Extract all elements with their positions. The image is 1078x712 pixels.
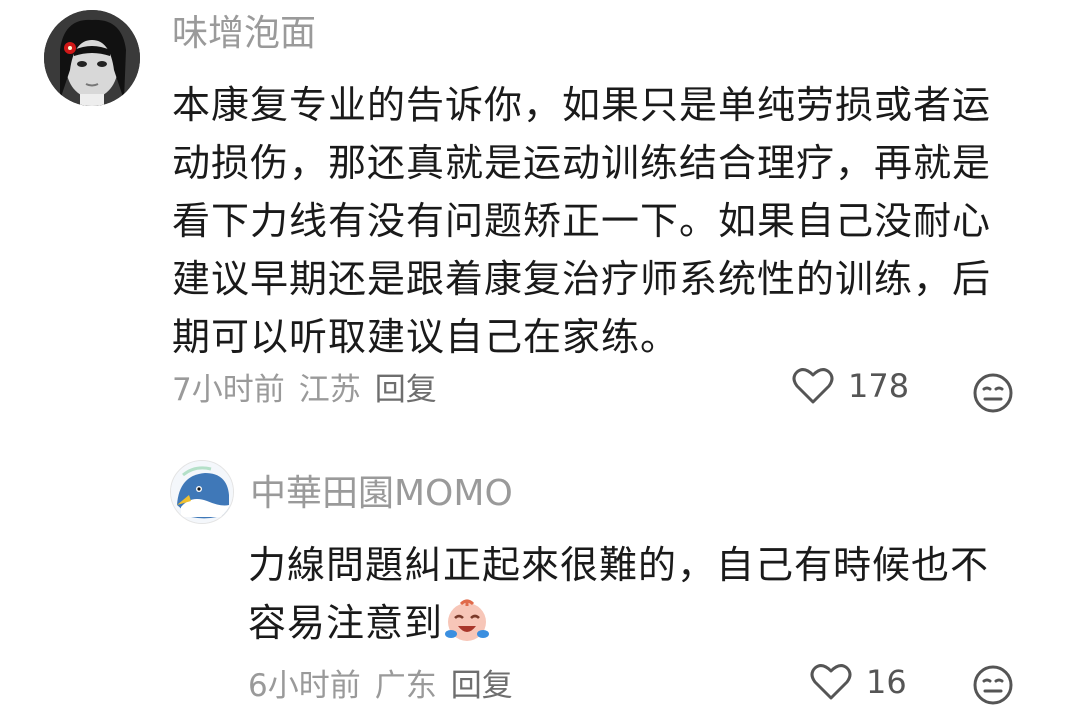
like-button[interactable]: 16 <box>810 662 907 702</box>
like-count: 178 <box>848 367 910 405</box>
location: 江苏 <box>298 372 361 408</box>
comment-item: 味增泡面 本康复专业的告诉你，如果只是单纯劳损或者运动损伤，那还真就是运动训练结… <box>0 0 1078 440</box>
heart-outline-icon <box>792 368 834 404</box>
crying-laugh-emoji-icon <box>445 599 490 641</box>
like-button[interactable]: 178 <box>792 366 909 406</box>
like-count: 16 <box>866 663 907 701</box>
timestamp: 6小时前 <box>248 668 361 704</box>
comment-meta: 7小时前 江苏 回复 <box>172 370 451 410</box>
comment-item: 中華田園MOMO 力線問題糾正起來很難的，自己有時候也不容易注意到 6小时前 广东… <box>0 440 1078 712</box>
reply-button[interactable]: 回复 <box>375 372 437 408</box>
avatar[interactable] <box>170 460 234 524</box>
comment-text: 本康复专业的告诉你，如果只是单纯劳损或者运动损伤，那还真就是运动训练结合理疗，再… <box>172 83 992 359</box>
timestamp: 7小时前 <box>172 372 285 408</box>
reply-button[interactable]: 回复 <box>451 668 513 704</box>
username[interactable]: 味增泡面 <box>172 12 316 56</box>
meh-face-icon <box>973 665 1013 705</box>
meh-face-icon <box>973 373 1013 413</box>
username[interactable]: 中華田園MOMO <box>250 472 513 516</box>
comment-text-content: 力線問題糾正起來很難的，自己有時候也不容易注意到 <box>248 543 990 645</box>
dislike-button[interactable] <box>972 664 1014 710</box>
avatar[interactable] <box>44 10 140 106</box>
heart-outline-icon <box>810 664 852 700</box>
dislike-button[interactable] <box>972 372 1014 418</box>
cartoon-bird-icon <box>171 461 233 523</box>
comment-meta: 6小时前 广东 回复 <box>248 666 527 706</box>
location: 广东 <box>374 668 437 704</box>
comment-text: 力線問題糾正起來很難的，自己有時候也不容易注意到 <box>248 536 1018 652</box>
woman-portrait-icon <box>44 10 140 106</box>
